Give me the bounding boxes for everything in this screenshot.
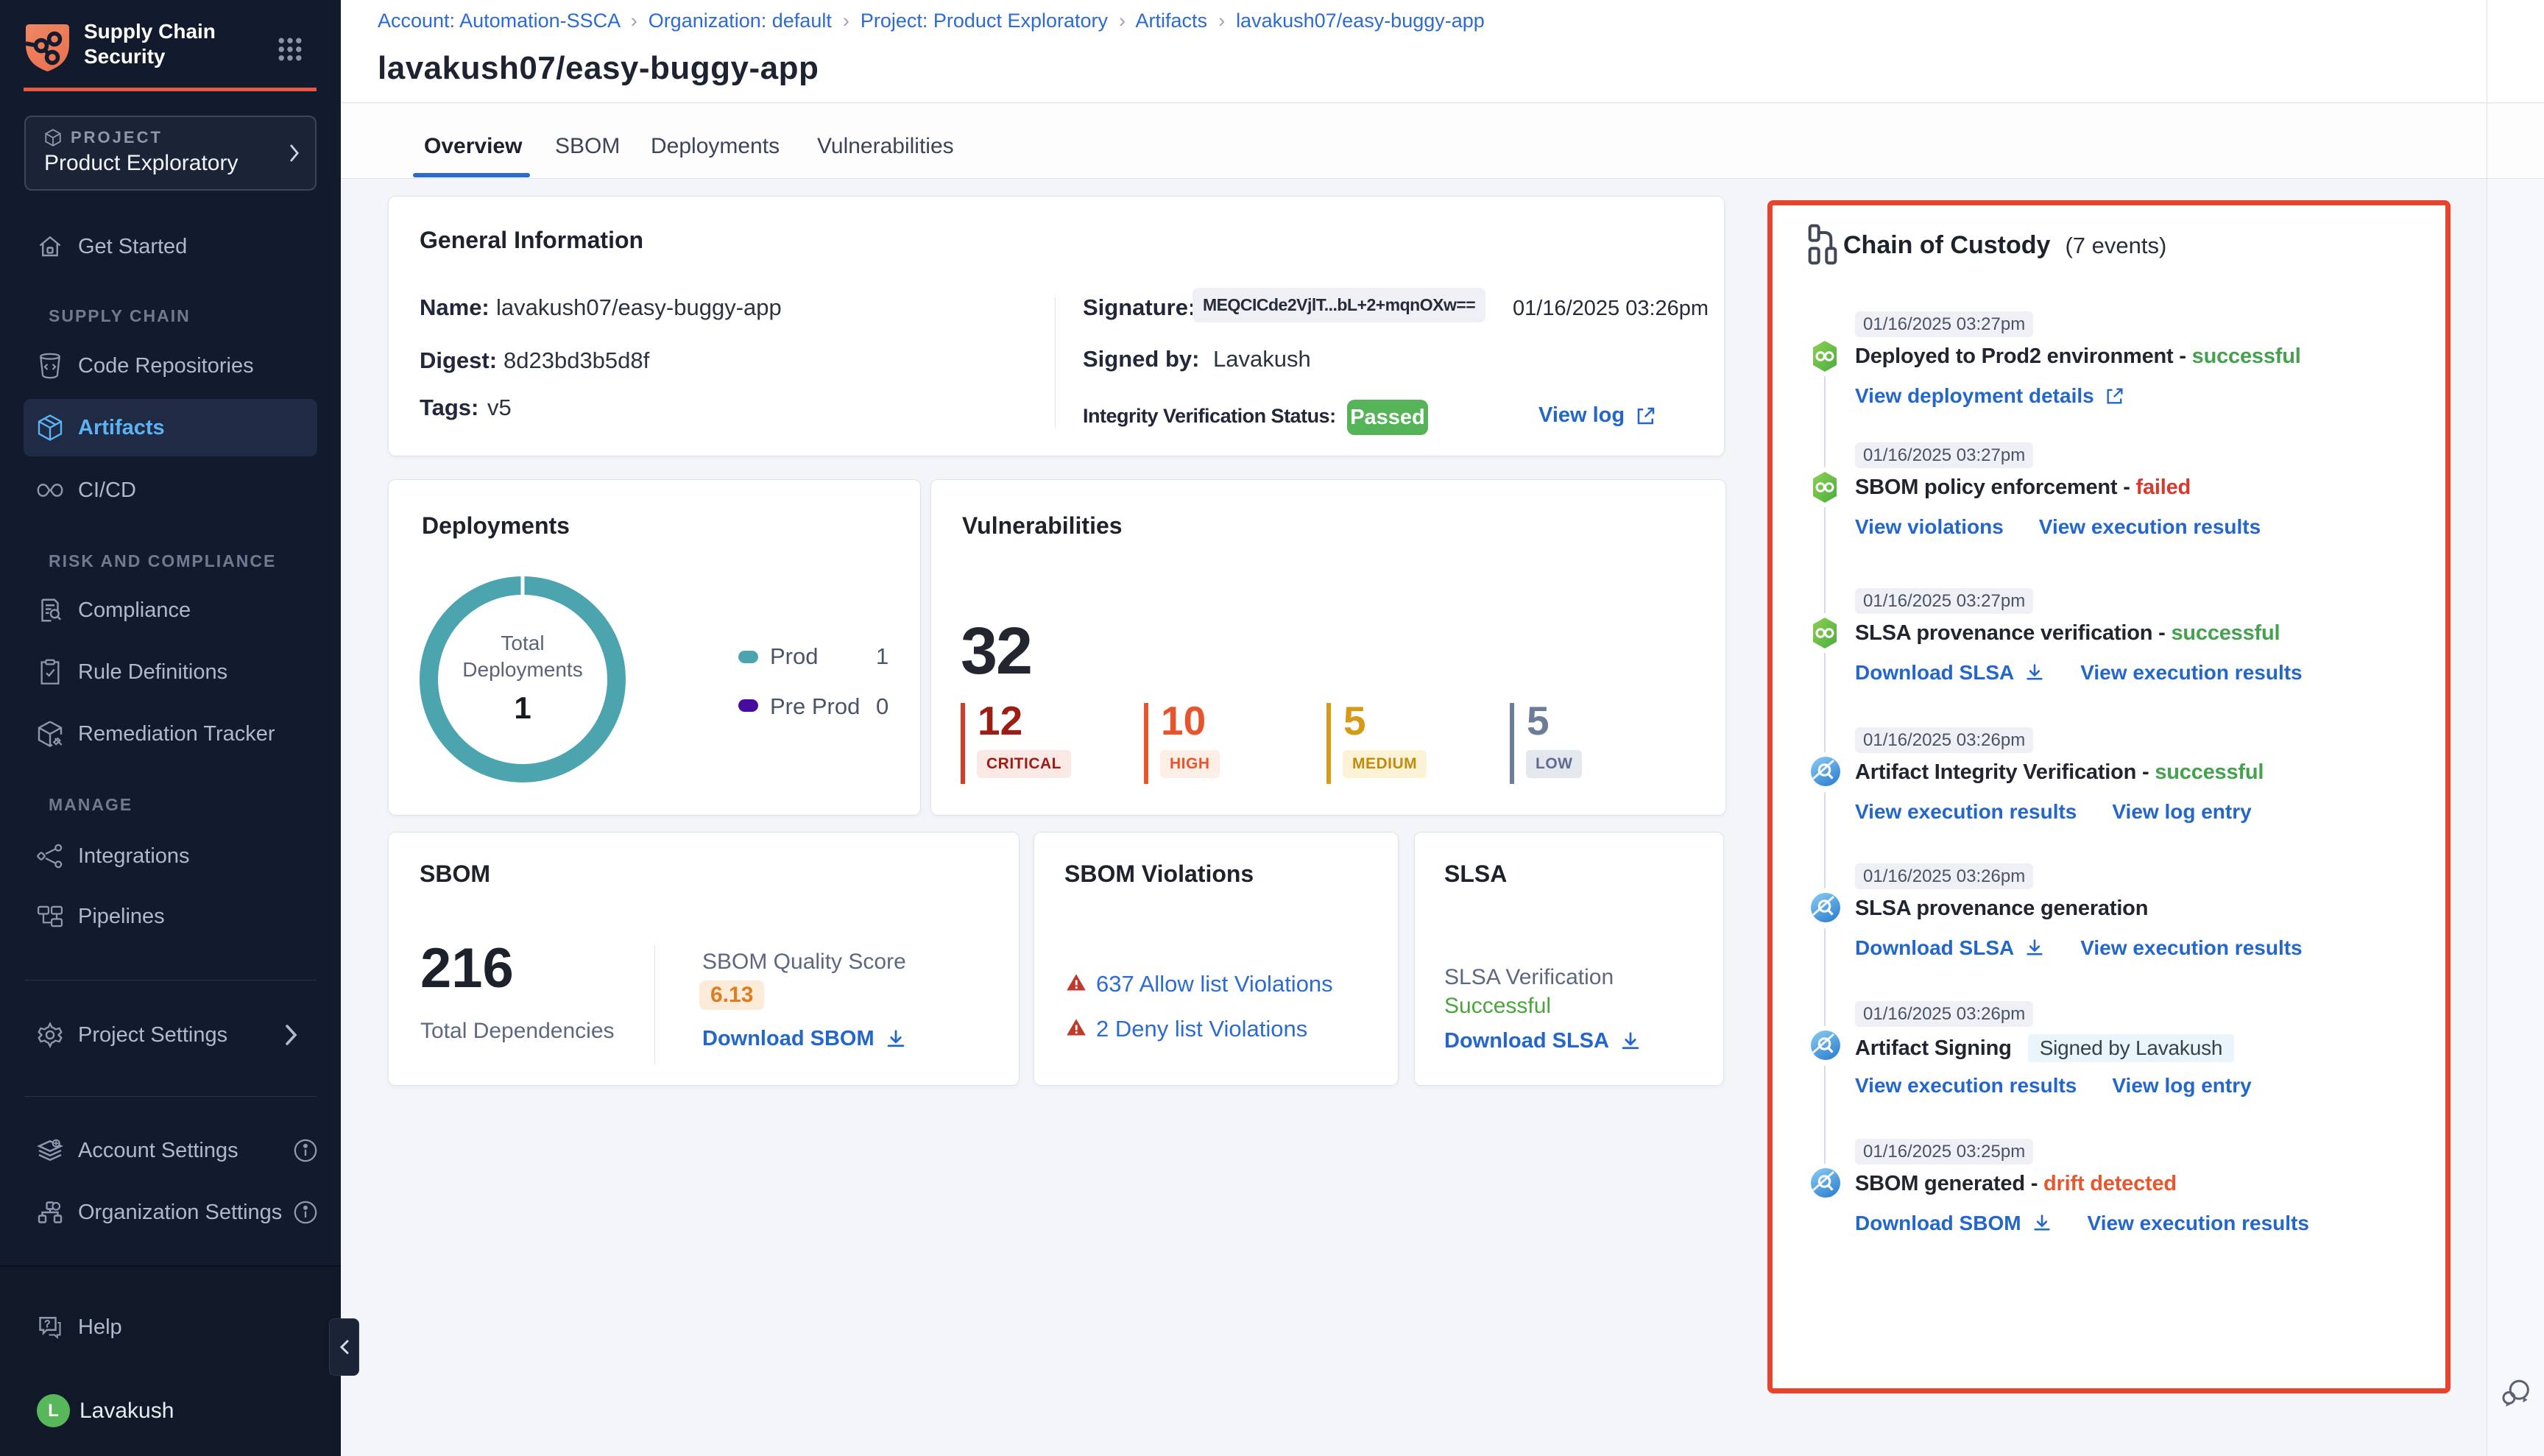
svg-text:?: ? [45, 1318, 51, 1329]
